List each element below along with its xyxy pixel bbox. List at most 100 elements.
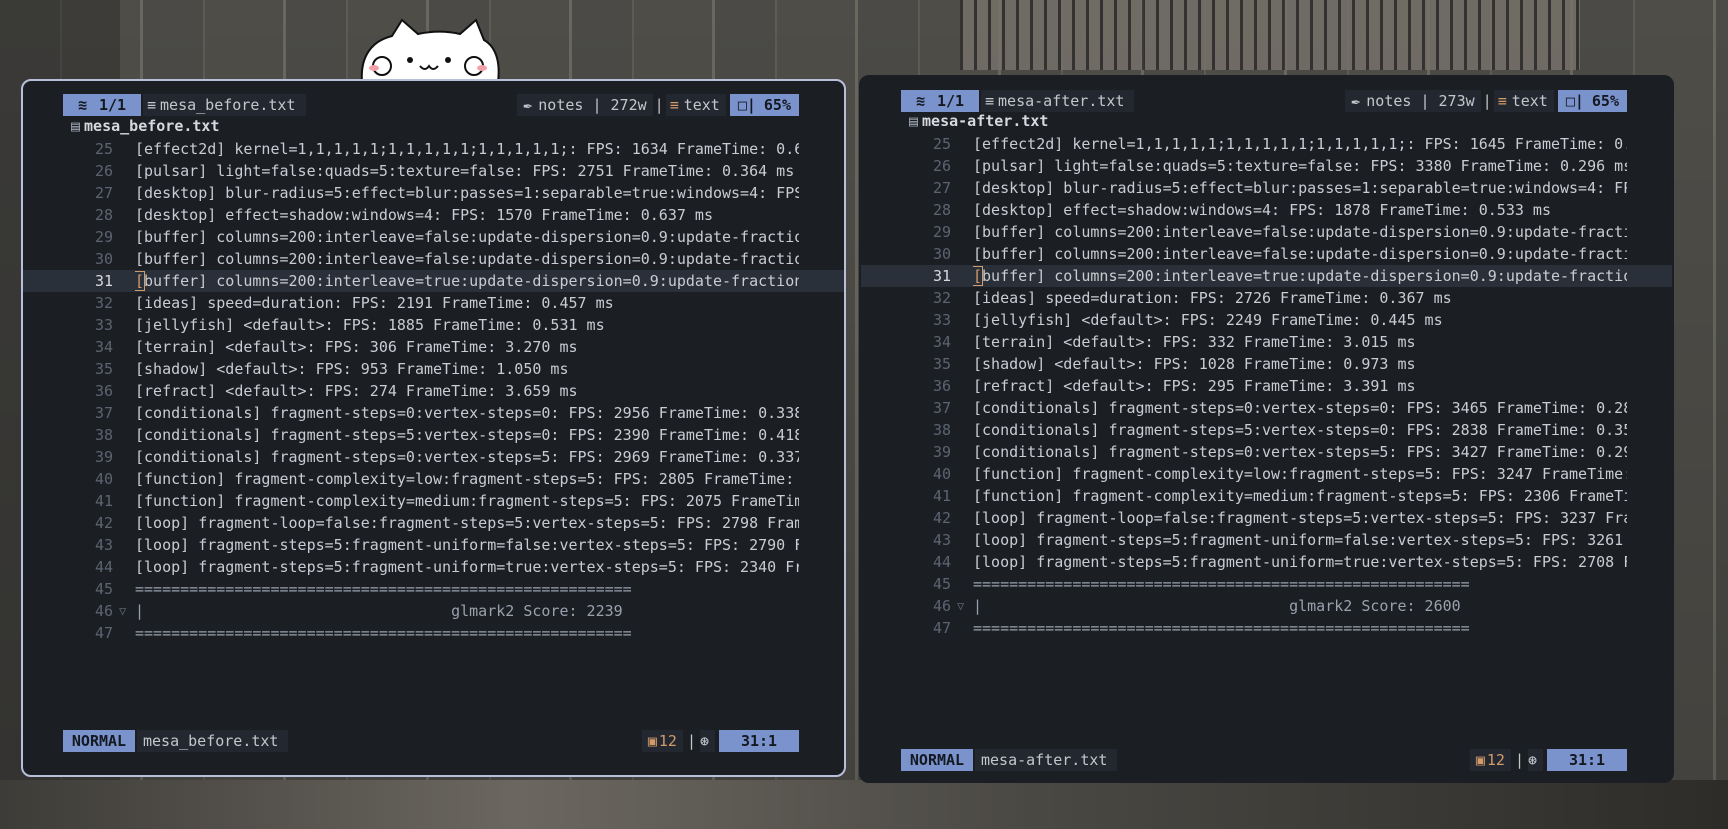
buffer-line[interactable]: 39 [conditionals] fragment-steps=0:vertex… [861,441,1672,463]
buffer-tab[interactable]: ≡ mesa-after.txt [981,90,1135,112]
buffer-line[interactable]: 43 [loop] fragment-steps=5:fragment-unifo… [861,529,1672,551]
buffer-line[interactable]: 31 [buffer] columns=200:interleave=true:u… [861,265,1672,287]
notes-label: notes | 273w [1366,92,1475,110]
buffer-line[interactable]: 36 [refract] <default>: FPS: 295 FrameTim… [861,375,1672,397]
tab-page-indicator[interactable]: ≋ 1/1 [63,94,141,116]
buffer-line[interactable]: 45 ======================================… [861,573,1672,595]
buffer-tab[interactable]: ≡ mesa_before.txt [143,94,306,116]
buffer-line[interactable]: 43 [loop] fragment-steps=5:fragment-unifo… [23,534,844,556]
diagnostics-count[interactable]: ▣ 12 [1469,749,1511,771]
line-number: 42 [94,514,113,532]
line-number: 36 [94,382,113,400]
line-number: 33 [932,311,951,329]
buffer-line[interactable]: 28 [desktop] effect=shadow:windows=4: FPS… [861,199,1672,221]
buffer-line[interactable]: 28 [desktop] effect=shadow:windows=4: FPS… [23,204,844,226]
buffer-content[interactable]: 25 [effect2d] kernel=1,1,1,1,1;1,1,1,1,1;… [23,138,844,644]
line-text: [loop] fragment-loop=false:fragment-step… [135,514,799,532]
buffer-line[interactable]: 46 ▽ | glmark2 Score: 2600 [861,595,1672,617]
line-number: 35 [932,355,951,373]
cursor-position: 31:1 [1547,749,1627,771]
line-text: [pulsar] light=false:quads=5:texture=fal… [973,157,1627,175]
filetype-label: text [683,96,720,114]
buffer-line[interactable]: 29 [buffer] columns=200:interleave=false:… [23,226,844,248]
fold-triangle-icon[interactable]: ▽ [957,595,964,617]
line-number: 29 [94,228,113,246]
buffer-line[interactable]: 46 ▽ | glmark2 Score: 2239 [23,600,844,622]
buffer-line[interactable]: 47 ======================================… [861,617,1672,639]
line-number: 27 [94,184,113,202]
editor-window-after[interactable]: ≋ 1/1 ≡ mesa-after.txt ✒ notes | 273w | … [859,75,1674,783]
buffer-line[interactable]: 27 [desktop] blur-radius=5:effect=blur:pa… [861,177,1672,199]
buffer-line[interactable]: 32 [ideas] speed=duration: FPS: 2191 Fram… [23,292,844,314]
buffer-line[interactable]: 25 [effect2d] kernel=1,1,1,1,1;1,1,1,1,1;… [23,138,844,160]
fold-triangle-icon[interactable]: ▽ [119,600,126,622]
line-number: 38 [94,426,113,444]
diagnostics-count[interactable]: ▣ 12 [641,730,683,752]
git-icon: ⊛ [699,730,715,752]
line-number: 34 [932,333,951,351]
line-text: [shadow] <default>: FPS: 1028 FrameTime:… [973,355,1416,373]
editor-window-before[interactable]: ≋ 1/1 ≡ mesa_before.txt ✒ notes | 272w |… [21,79,846,777]
buffer-content[interactable]: 25 [effect2d] kernel=1,1,1,1,1;1,1,1,1,1;… [861,133,1672,639]
buffer-line[interactable]: 35 [shadow] <default>: FPS: 953 FrameTime… [23,358,844,380]
buffer-line[interactable]: 45 ======================================… [23,578,844,600]
winbar-title: mesa-after.txt [922,112,1049,130]
buffer-line[interactable]: 44 [loop] fragment-steps=5:fragment-unifo… [23,556,844,578]
buffer-line[interactable]: 41 [function] fragment-complexity=medium:… [861,485,1672,507]
text-cursor: [ [135,271,146,291]
line-number: 47 [932,619,951,637]
scroll-percent-label: 65% [1591,92,1619,110]
mode-indicator: NORMAL [63,730,135,752]
buffer-line[interactable]: 37 [conditionals] fragment-steps=0:vertex… [23,402,844,424]
line-text: [buffer] columns=200:interleave=true:upd… [135,270,799,292]
separator: | [686,732,696,750]
buffer-line[interactable]: 42 [loop] fragment-loop=false:fragment-st… [23,512,844,534]
buffer-line[interactable]: 31 [buffer] columns=200:interleave=true:u… [23,270,844,292]
buffer-line[interactable]: 38 [conditionals] fragment-steps=5:vertex… [23,424,844,446]
buffer-line[interactable]: 35 [shadow] <default>: FPS: 1028 FrameTim… [861,353,1672,375]
buffer-line[interactable]: 33 [jellyfish] <default>: FPS: 2249 Frame… [861,309,1672,331]
line-text: [loop] fragment-steps=5:fragment-uniform… [135,536,799,554]
buffer-line[interactable]: 47 ======================================… [23,622,844,644]
line-number: 33 [94,316,113,334]
line-number: 45 [932,575,951,593]
buffer-line[interactable]: 33 [jellyfish] <default>: FPS: 1885 Frame… [23,314,844,336]
separator: | [1482,92,1492,110]
buffer-line[interactable]: 29 [buffer] columns=200:interleave=false:… [861,221,1672,243]
line-text: | glmark2 Score: 2600 [973,597,1461,615]
buffer-line[interactable]: 37 [conditionals] fragment-steps=0:vertex… [861,397,1672,419]
feather-icon: ✒ [1351,92,1361,110]
buffer-line[interactable]: 32 [ideas] speed=duration: FPS: 2726 Fram… [861,287,1672,309]
buffer-line[interactable]: 30 [buffer] columns=200:interleave=false:… [861,243,1672,265]
buffer-line[interactable]: 26 [pulsar] light=false:quads=5:texture=f… [861,155,1672,177]
buffer-line[interactable]: 42 [loop] fragment-loop=false:fragment-st… [861,507,1672,529]
buffer-line[interactable]: 38 [conditionals] fragment-steps=5:vertex… [861,419,1672,441]
buffer-line[interactable]: 26 [pulsar] light=false:quads=5:texture=f… [23,160,844,182]
line-text: [buffer] columns=200:interleave=false:up… [973,223,1627,241]
buffer-line[interactable]: 27 [desktop] blur-radius=5:effect=blur:pa… [23,182,844,204]
line-text: [function] fragment-complexity=low:fragm… [135,470,795,488]
line-text: [desktop] effect=shadow:windows=4: FPS: … [135,206,713,224]
buffer-line[interactable]: 30 [buffer] columns=200:interleave=false:… [23,248,844,270]
buffer-line[interactable]: 34 [terrain] <default>: FPS: 306 FrameTim… [23,336,844,358]
window-icon: □| [737,96,756,114]
tabline: ≋ 1/1 ≡ mesa-after.txt ✒ notes | 273w | … [901,90,1627,112]
line-text: [terrain] <default>: FPS: 306 FrameTime:… [135,338,578,356]
buffer-line[interactable]: 25 [effect2d] kernel=1,1,1,1,1;1,1,1,1,1;… [861,133,1672,155]
line-text: [conditionals] fragment-steps=0:vertex-s… [135,404,799,422]
line-number: 40 [94,470,113,488]
buffer-line[interactable]: 39 [conditionals] fragment-steps=0:vertex… [23,446,844,468]
buffer-line[interactable]: 41 [function] fragment-complexity=medium:… [23,490,844,512]
line-text: [conditionals] fragment-steps=0:vertex-s… [135,448,799,466]
line-number: 27 [932,179,951,197]
buffer-line[interactable]: 34 [terrain] <default>: FPS: 332 FrameTim… [861,331,1672,353]
buffer-line[interactable]: 44 [loop] fragment-steps=5:fragment-unifo… [861,551,1672,573]
buffer-line[interactable]: 40 [function] fragment-complexity=low:fra… [23,468,844,490]
statusline-right: ▣ 12 | ⊛ 31:1 [1469,749,1627,771]
line-text: [function] fragment-complexity=medium:fr… [973,487,1627,505]
line-number: 39 [94,448,113,466]
tab-page-indicator[interactable]: ≋ 1/1 [901,90,979,112]
line-number: 37 [94,404,113,422]
buffer-line[interactable]: 36 [refract] <default>: FPS: 274 FrameTim… [23,380,844,402]
buffer-line[interactable]: 40 [function] fragment-complexity=low:fra… [861,463,1672,485]
